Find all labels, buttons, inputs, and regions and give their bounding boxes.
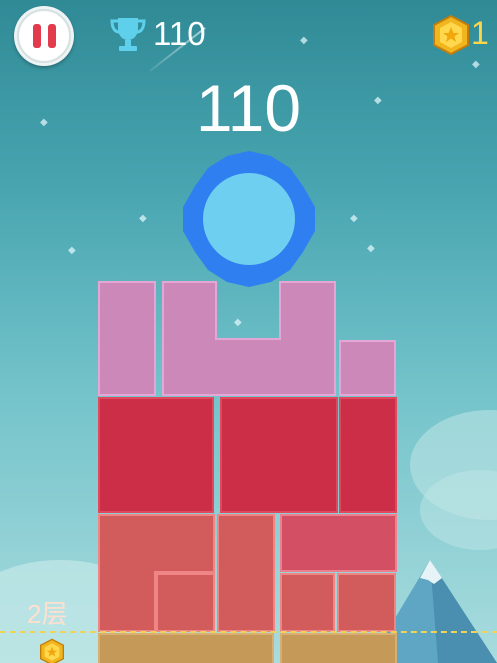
player-ball (183, 151, 315, 287)
star-sparkle: ◆ (300, 35, 308, 46)
star-sparkle: ◆ (472, 59, 480, 70)
block-red (98, 397, 214, 513)
star-sparkle: ◆ (139, 213, 147, 224)
pause-button[interactable] (14, 6, 74, 66)
trophy-icon (110, 18, 146, 51)
block-salmon-square (337, 573, 396, 632)
block-rose-wide (280, 514, 397, 572)
coin-icon (433, 14, 469, 56)
pause-icon (17, 9, 71, 63)
game-scene: ◆ ◆ ◆ ◆ ◆ ◆ ◆ ◆ ◆ ◆ 110 1 110 (0, 0, 497, 663)
block-pink-tall (98, 281, 156, 396)
star-sparkle: ◆ (367, 243, 375, 254)
block-salmon-square (280, 573, 335, 632)
coin-icon (40, 638, 64, 663)
block-red (220, 397, 338, 513)
block-pink-small (339, 340, 396, 396)
block-pink-u (162, 281, 336, 396)
star-sparkle: ◆ (350, 213, 358, 224)
block-red-narrow (339, 397, 397, 513)
block-salmon-tall (217, 514, 275, 632)
block-tan (98, 633, 274, 663)
floor-label: 2层 (27, 599, 68, 629)
block-tan (280, 633, 397, 663)
star-sparkle: ◆ (68, 245, 76, 256)
current-score: 110 (195, 71, 302, 145)
block-salmon-square (156, 573, 215, 632)
coin-count: 1 (471, 15, 489, 51)
best-score: 110 (153, 15, 206, 52)
